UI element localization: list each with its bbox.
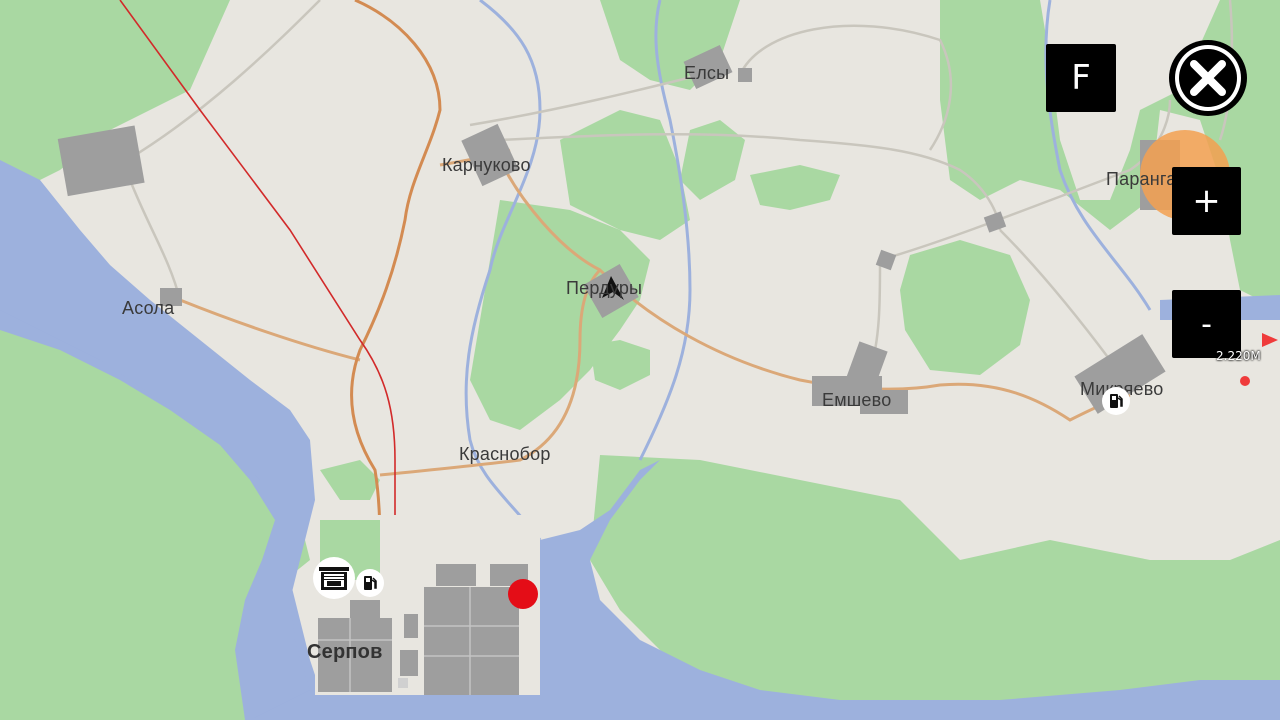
- place-label-perdury: Пердуры: [566, 278, 643, 298]
- fuel-poi-mikryaevo[interactable]: [1102, 387, 1130, 415]
- waypoint-marker[interactable]: [508, 579, 538, 609]
- place-label-krasnobor: Краснобор: [459, 444, 551, 464]
- close-button[interactable]: [1169, 40, 1247, 116]
- fuel-icon: [1110, 394, 1123, 408]
- place-label-paranga: Паранга: [1106, 169, 1177, 189]
- zoom-in-button[interactable]: +: [1172, 167, 1241, 235]
- close-icon: [1175, 45, 1241, 111]
- city-serpov: [315, 515, 540, 695]
- distance-readout: 2.220М: [1216, 349, 1261, 363]
- place-label-elsy: Елсы: [684, 63, 730, 83]
- place-label-karnukovo: Карнуково: [442, 155, 531, 175]
- place-label-serpov: Серпов: [307, 641, 383, 663]
- place-label-emshevo: Емшево: [822, 390, 892, 410]
- target-dot: [1240, 376, 1250, 386]
- f-button[interactable]: F: [1046, 44, 1116, 112]
- fuel-icon: [364, 576, 377, 590]
- garage-poi[interactable]: [313, 557, 355, 599]
- fuel-poi-serpov[interactable]: [356, 569, 384, 597]
- garage-icon: [319, 567, 349, 590]
- place-label-asola: Асола: [122, 298, 175, 318]
- zoom-out-button[interactable]: -: [1172, 290, 1241, 358]
